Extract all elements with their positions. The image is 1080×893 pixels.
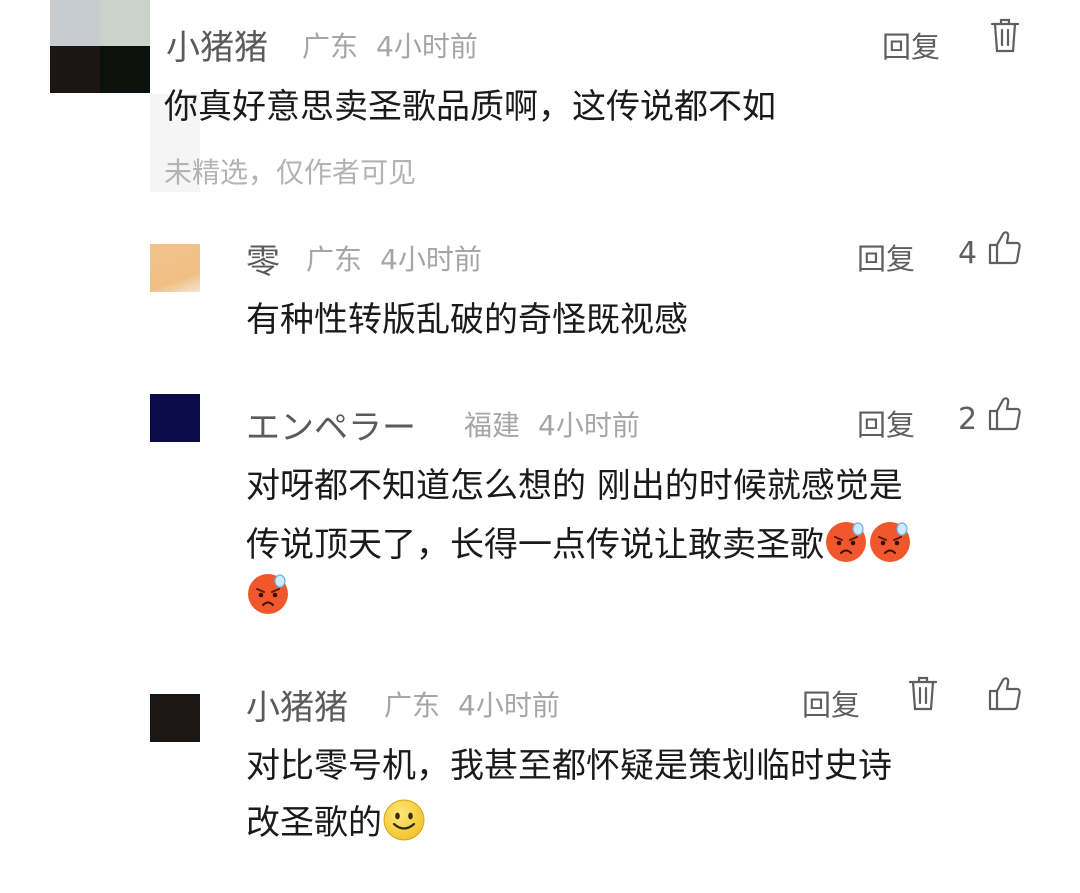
comment-text-line: 改圣歌的: [246, 792, 426, 854]
comment-location: 广东: [306, 243, 363, 276]
comment-text: 你真好意思卖圣歌品质啊，这传说都不如: [164, 87, 776, 127]
reply-button[interactable]: 回复: [802, 682, 860, 724]
comment-time: 4小时前: [376, 30, 478, 63]
angry-sweat-emoji: [824, 520, 868, 564]
smile-emoji: [382, 798, 426, 842]
comment-text-line: 传说顶天了，长得一点传说让敢卖圣歌: [246, 514, 912, 576]
comment-time: 4小时前: [538, 409, 640, 442]
comment-location: 广东: [384, 689, 441, 722]
comment-username[interactable]: 零: [246, 234, 280, 283]
comment-location: 广东: [302, 30, 359, 63]
thumbs-up-icon[interactable]: [988, 676, 1022, 716]
thumbs-up-icon[interactable]: [988, 230, 1022, 270]
comment-text-segment: 改圣歌的: [246, 803, 382, 843]
comment-location: 福建: [464, 409, 521, 442]
reply-button[interactable]: 回复: [857, 402, 915, 444]
like-count: 2: [958, 402, 978, 437]
avatar[interactable]: [150, 694, 200, 742]
comment-time: 4小时前: [380, 243, 482, 276]
like-count: 4: [958, 236, 978, 271]
comment-text: 对比零号机，我甚至都怀疑是策划临时史诗: [246, 746, 892, 786]
reply-button[interactable]: 回复: [882, 24, 940, 66]
reply-button[interactable]: 回复: [857, 236, 915, 278]
angry-sweat-emoji: [246, 572, 290, 616]
comment-username[interactable]: 小猪猪: [246, 680, 348, 729]
angry-sweat-emoji: [868, 520, 912, 564]
trash-icon[interactable]: [990, 18, 1020, 58]
comment-username[interactable]: 小猪猪: [166, 20, 268, 69]
avatar[interactable]: [150, 394, 200, 442]
avatar[interactable]: [50, 0, 150, 93]
comment-text: 对呀都不知道怎么想的 刚出的时候就感觉是: [246, 466, 903, 506]
comment-text: 有种性转版乱破的奇怪既视感: [246, 300, 688, 340]
comment-username[interactable]: エンペラー: [246, 400, 416, 449]
emoji-row: [246, 572, 290, 616]
thumbs-up-icon[interactable]: [988, 396, 1022, 436]
status-note: 未精选，仅作者可见: [164, 156, 417, 189]
comment-time: 4小时前: [458, 689, 560, 722]
trash-icon[interactable]: [908, 676, 938, 716]
avatar[interactable]: [150, 244, 200, 292]
comment-text-segment: 传说顶天了，长得一点传说让敢卖圣歌: [246, 525, 824, 565]
